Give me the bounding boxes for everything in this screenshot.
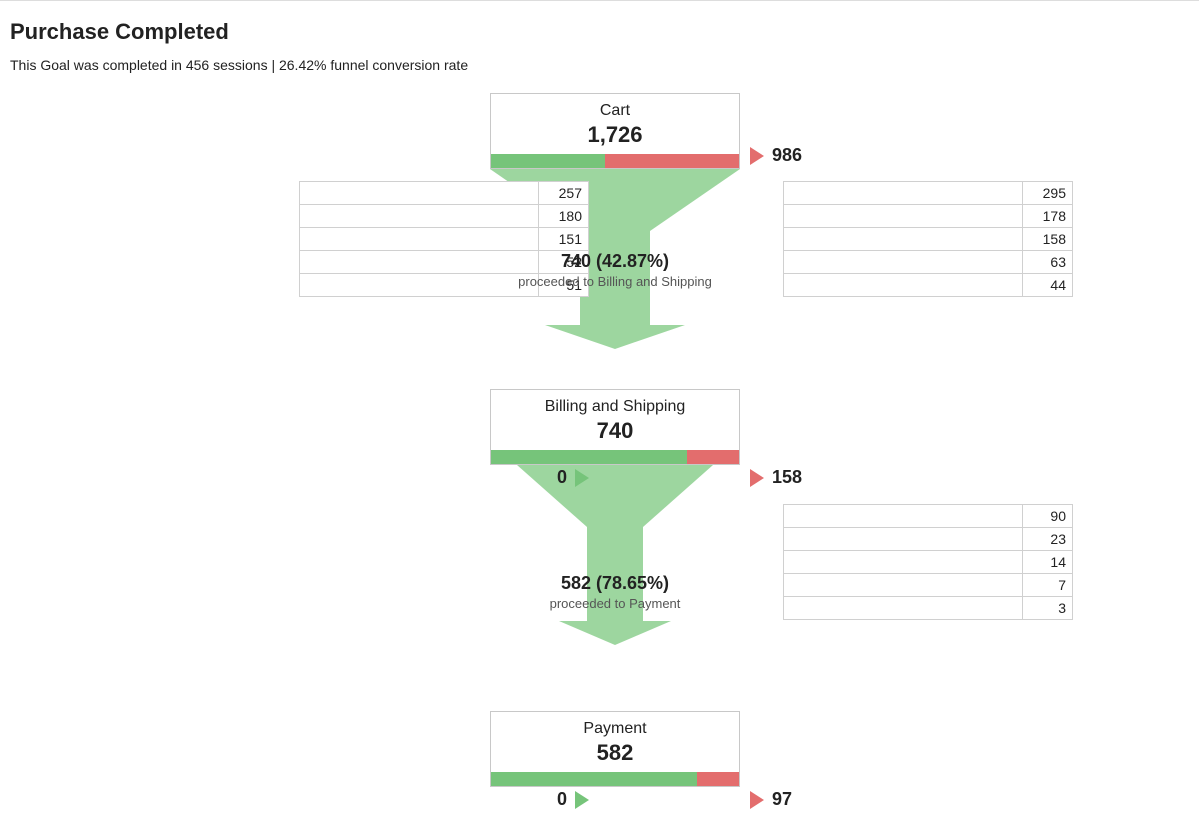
goal-summary: This Goal was completed in 456 sessions …: [10, 57, 1189, 73]
funnel-stage: 1,726986Cart1,726 257 180 151 52 51 295 …: [150, 93, 1189, 363]
table-row[interactable]: 14: [784, 551, 1073, 574]
source-count: 257: [539, 182, 589, 205]
source-count: 44: [1023, 274, 1073, 297]
stage-name: Billing and Shipping: [491, 396, 739, 418]
stage-exits: 97: [750, 789, 792, 810]
stage-progress-bar: [491, 154, 739, 168]
exit-count: 97: [772, 789, 792, 810]
arrow-right-red-icon: [750, 791, 764, 809]
table-row[interactable]: 180: [300, 205, 589, 228]
source-count: 295: [1023, 182, 1073, 205]
bar-dropped: [687, 450, 739, 464]
source-count: 158: [1023, 228, 1073, 251]
table-row[interactable]: 23: [784, 528, 1073, 551]
transition-count: 582 (78.65%): [490, 573, 740, 594]
source-label: [784, 528, 1023, 551]
source-label: [784, 251, 1023, 274]
stage-box[interactable]: Payment582: [490, 711, 740, 787]
stage-box[interactable]: Cart1,726: [490, 93, 740, 169]
table-row[interactable]: 63: [784, 251, 1073, 274]
funnel-connector: [490, 465, 740, 645]
source-count: 178: [1023, 205, 1073, 228]
source-label: [784, 274, 1023, 297]
bar-proceeded: [491, 772, 697, 786]
source-count: 180: [539, 205, 589, 228]
stage-exits: 986: [750, 145, 802, 166]
stage-entrances: 0: [557, 789, 589, 810]
funnel-stage: 0 158 Billing and Shipping740 90 23 14 7 3…: [150, 389, 1189, 685]
stage-session-count: 740: [491, 418, 739, 450]
transition-count: 740 (42.87%): [490, 251, 740, 272]
table-row[interactable]: 7: [784, 574, 1073, 597]
source-label: [784, 551, 1023, 574]
entrance-count: 0: [557, 789, 567, 810]
source-label: [300, 228, 539, 251]
source-count: 14: [1023, 551, 1073, 574]
arrow-right-green-icon: [575, 469, 589, 487]
table-row[interactable]: 151: [300, 228, 589, 251]
source-label: [784, 205, 1023, 228]
stage-name: Cart: [491, 100, 739, 122]
source-label: [784, 597, 1023, 620]
stage-session-count: 1,726: [491, 122, 739, 154]
stage-exits: 158: [750, 467, 802, 488]
source-count: 7: [1023, 574, 1073, 597]
stage-progress-bar: [491, 450, 739, 464]
exit-count: 986: [772, 145, 802, 166]
table-row[interactable]: 90: [784, 505, 1073, 528]
source-count: 90: [1023, 505, 1073, 528]
arrow-right-red-icon: [750, 469, 764, 487]
source-label: [300, 205, 539, 228]
bar-dropped: [697, 772, 739, 786]
funnel-visualization: 1,726986Cart1,726 257 180 151 52 51 295 …: [150, 93, 1189, 811]
bar-proceeded: [491, 154, 605, 168]
stage-name: Payment: [491, 718, 739, 740]
funnel-stage: 0 97 Payment582: [150, 711, 1189, 811]
exit-destinations-table: 295 178 158 63 44: [783, 181, 1073, 297]
table-row[interactable]: 295: [784, 182, 1073, 205]
source-count: 23: [1023, 528, 1073, 551]
source-label: [784, 505, 1023, 528]
transition-destination: proceeded to Billing and Shipping: [490, 274, 740, 289]
arrow-right-red-icon: [750, 147, 764, 165]
table-row[interactable]: 178: [784, 205, 1073, 228]
stage-progress-bar: [491, 772, 739, 786]
stage-entrances: 0: [557, 467, 589, 488]
transition-label: 582 (78.65%) proceeded to Payment: [490, 573, 740, 611]
table-row[interactable]: 158: [784, 228, 1073, 251]
source-label: [300, 182, 539, 205]
stage-session-count: 582: [491, 740, 739, 772]
table-row[interactable]: 44: [784, 274, 1073, 297]
transition-destination: proceeded to Payment: [490, 596, 740, 611]
table-row[interactable]: 3: [784, 597, 1073, 620]
source-count: 63: [1023, 251, 1073, 274]
table-row[interactable]: 257: [300, 182, 589, 205]
source-label: [784, 228, 1023, 251]
source-label: [784, 182, 1023, 205]
entrance-count: 0: [557, 467, 567, 488]
source-count: 151: [539, 228, 589, 251]
exit-count: 158: [772, 467, 802, 488]
bar-proceeded: [491, 450, 687, 464]
exit-destinations-table: 90 23 14 7 3: [783, 504, 1073, 620]
source-count: 3: [1023, 597, 1073, 620]
arrow-right-green-icon: [575, 791, 589, 809]
page-title: Purchase Completed: [10, 19, 1189, 45]
transition-label: 740 (42.87%) proceeded to Billing and Shi…: [490, 251, 740, 289]
stage-box[interactable]: Billing and Shipping740: [490, 389, 740, 465]
bar-dropped: [605, 154, 739, 168]
source-label: [784, 574, 1023, 597]
